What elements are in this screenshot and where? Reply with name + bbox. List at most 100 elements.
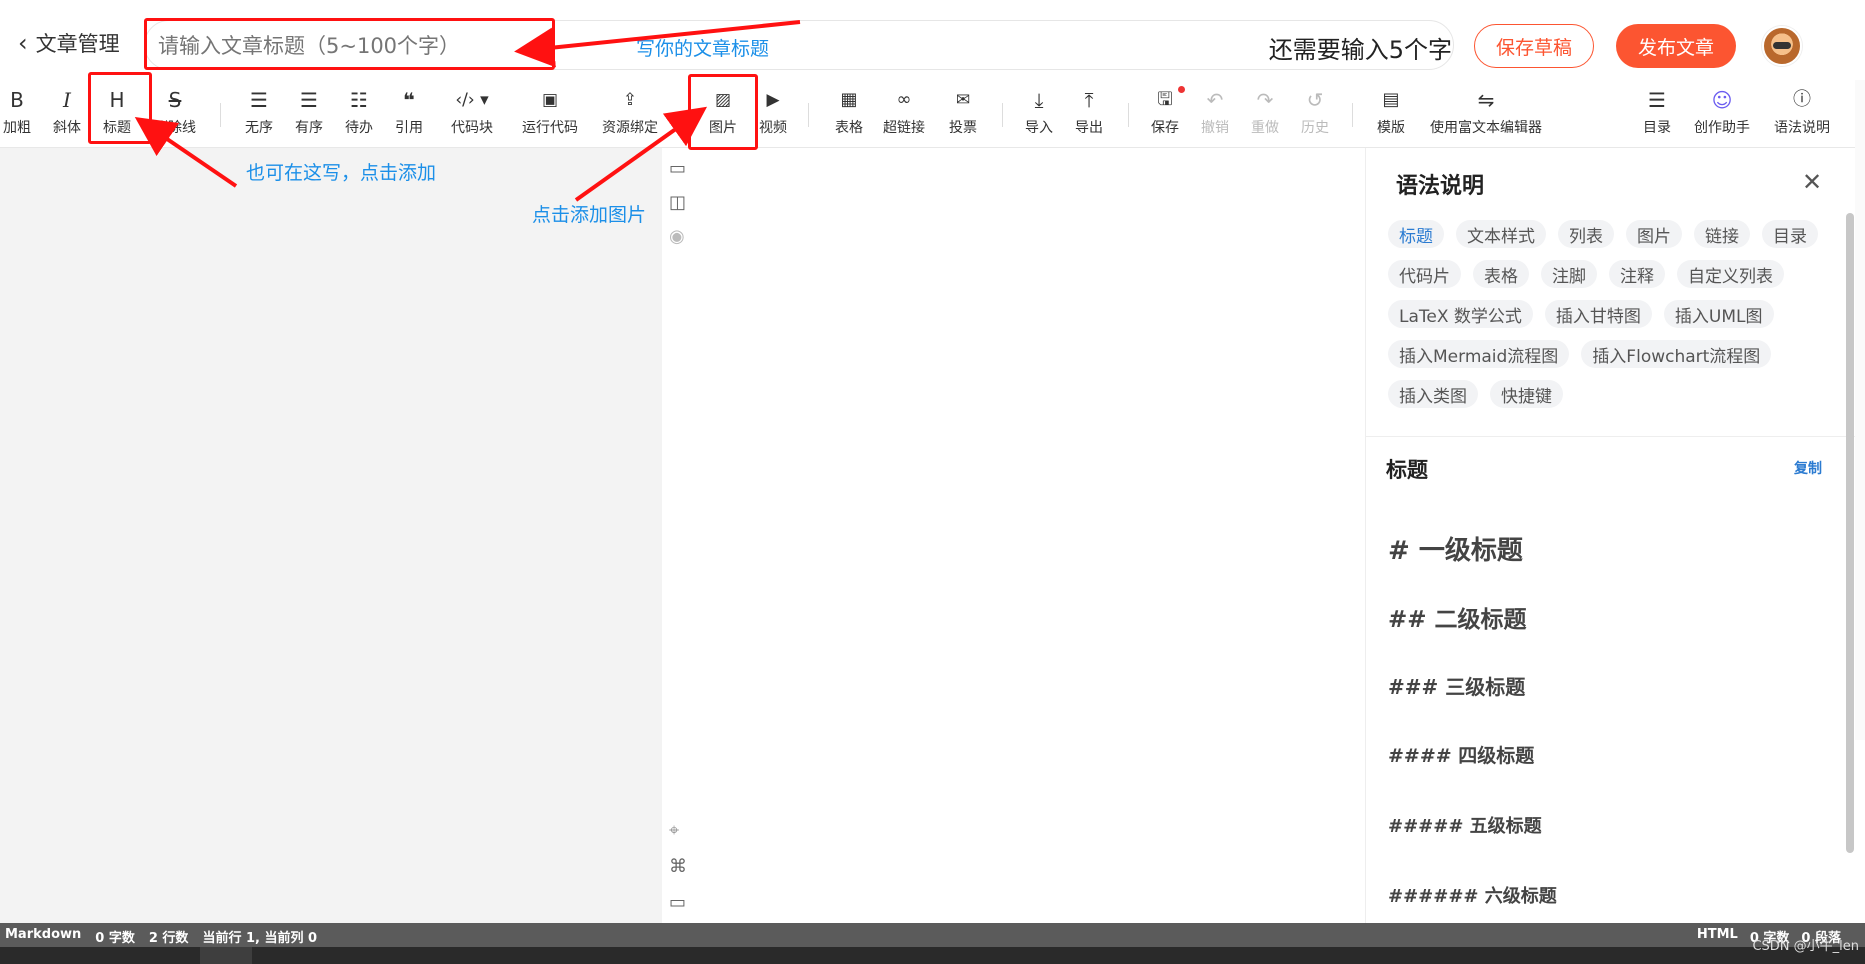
- taskbar-button[interactable]: [200, 947, 252, 964]
- toolbar-divider: [1352, 103, 1353, 127]
- syntax-tag-list: 标题 文本样式 列表 图片 链接 目录 代码片 表格 注脚 注释 自定义列表 L…: [1388, 220, 1828, 408]
- table-button[interactable]: ▦ 表格: [832, 78, 866, 148]
- vote-icon: ✉: [955, 90, 971, 110]
- code-block-button[interactable]: ‹/› ▾ 代码块: [446, 78, 498, 148]
- redo-button[interactable]: ↷ 重做: [1248, 78, 1282, 148]
- unordered-list-label: 无序: [245, 120, 273, 136]
- syntax-tag[interactable]: 代码片: [1388, 260, 1461, 288]
- question-icon: ⓘ: [1793, 89, 1811, 110]
- heading-hint-annotation: 也可在这写，点击添加: [246, 162, 437, 184]
- table-label: 表格: [835, 120, 863, 136]
- syntax-tag[interactable]: 插入Flowchart流程图: [1581, 340, 1772, 368]
- syntax-tag[interactable]: 文本样式: [1456, 220, 1546, 248]
- split-view-icon[interactable]: ◫: [669, 192, 686, 213]
- syntax-tag[interactable]: 链接: [1694, 220, 1750, 248]
- back-to-article-management[interactable]: ‹ 文章管理: [18, 28, 120, 58]
- line-count: 2 行数: [148, 931, 189, 946]
- toolbar-divider: [808, 103, 809, 127]
- export-label: 导出: [1075, 120, 1103, 136]
- syntax-tag[interactable]: 插入UML图: [1663, 300, 1774, 328]
- run-code-label: 运行代码: [522, 120, 578, 136]
- vote-button[interactable]: ✉ 投票: [946, 78, 980, 148]
- unordered-list-button[interactable]: ☰ 无序: [242, 78, 276, 148]
- bold-button[interactable]: B 加粗: [0, 78, 34, 148]
- heading-example-h3: ### 三级标题: [1388, 675, 1526, 699]
- video-button[interactable]: ▶ 视频: [756, 78, 790, 148]
- folder-upload-icon: ⇪: [622, 90, 638, 110]
- divider: [1366, 436, 1865, 437]
- save-draft-button[interactable]: 保存草稿: [1474, 24, 1594, 68]
- syntax-tag[interactable]: 快捷键: [1490, 380, 1563, 408]
- syntax-tag[interactable]: LaTeX 数学公式: [1388, 300, 1533, 328]
- syntax-help-button[interactable]: ⓘ 语法说明: [1770, 78, 1834, 148]
- save-icon: 🖫: [1157, 89, 1173, 110]
- unordered-list-icon: ☰: [250, 88, 268, 112]
- syntax-tag[interactable]: 自定义列表: [1677, 260, 1784, 288]
- quote-button[interactable]: ❝ 引用: [392, 78, 426, 148]
- close-icon[interactable]: ✕: [1802, 168, 1822, 196]
- toolbar-divider: [1002, 103, 1003, 127]
- quote-icon: ❝: [403, 88, 415, 112]
- undo-button[interactable]: ↶ 撤销: [1198, 78, 1232, 148]
- template-label: 模版: [1377, 120, 1405, 136]
- syntax-tag[interactable]: 表格: [1473, 260, 1529, 288]
- switch-icon: ⇋: [1477, 88, 1495, 112]
- copy-button[interactable]: 复制: [1794, 458, 1822, 478]
- import-label: 导入: [1025, 120, 1053, 136]
- preview-mode: HTML: [1696, 927, 1738, 942]
- os-taskbar: [0, 947, 1865, 964]
- strikethrough-label: 删除线: [154, 120, 196, 136]
- toc-label: 目录: [1643, 120, 1671, 136]
- toc-button[interactable]: ☰ 目录: [1640, 78, 1674, 148]
- import-button[interactable]: ⤓ 导入: [1022, 78, 1056, 148]
- video-label: 视频: [759, 120, 787, 136]
- export-button[interactable]: ⤒ 导出: [1072, 78, 1106, 148]
- edit-only-icon[interactable]: ▭: [669, 158, 686, 179]
- syntax-tag[interactable]: 目录: [1762, 220, 1818, 248]
- ordered-list-label: 有序: [295, 120, 323, 136]
- strikethrough-button[interactable]: S 删除线: [150, 78, 200, 148]
- quote-label: 引用: [395, 120, 423, 136]
- rich-text-editor-button[interactable]: ⇋ 使用富文本编辑器: [1424, 78, 1548, 148]
- panel-scrollbar[interactable]: [1846, 213, 1854, 853]
- syntax-tag[interactable]: 列表: [1558, 220, 1614, 248]
- locate-icon[interactable]: ⌖: [669, 820, 679, 841]
- run-code-button[interactable]: ▣ 运行代码: [518, 78, 582, 148]
- syntax-tag[interactable]: 标题: [1388, 220, 1444, 248]
- history-icon: ↺: [1306, 88, 1324, 112]
- cursor-position: 当前行 1, 当前列 0: [202, 931, 318, 946]
- page-scroll-track[interactable]: [1855, 80, 1865, 740]
- syntax-tag[interactable]: 注释: [1609, 260, 1665, 288]
- heading-example-h5: ##### 五级标题: [1388, 816, 1542, 837]
- eye-icon[interactable]: ◉: [669, 226, 685, 247]
- table-icon: ▦: [840, 89, 858, 110]
- fullscreen-icon[interactable]: ⌘: [669, 856, 687, 877]
- hyperlink-button[interactable]: ∞ 超链接: [880, 78, 928, 148]
- italic-button[interactable]: I 斜体: [50, 78, 84, 148]
- syntax-tag[interactable]: 图片: [1626, 220, 1682, 248]
- italic-label: 斜体: [53, 120, 81, 136]
- ordered-list-button[interactable]: ☰ 有序: [292, 78, 326, 148]
- code-icon: ‹/› ▾: [455, 90, 489, 110]
- syntax-tag[interactable]: 注脚: [1541, 260, 1597, 288]
- preview-pane: [662, 148, 1365, 923]
- avatar[interactable]: [1762, 26, 1802, 66]
- resource-binding-button[interactable]: ⇪ 资源绑定: [598, 78, 662, 148]
- run-code-icon: ▣: [541, 90, 559, 110]
- template-button[interactable]: ▤ 模版: [1374, 78, 1408, 148]
- markdown-editor[interactable]: [0, 148, 662, 923]
- syntax-tag[interactable]: 插入Mermaid流程图: [1388, 340, 1570, 368]
- heading-example-h2: ## 二级标题: [1388, 607, 1527, 633]
- save-button[interactable]: 🖫 保存: [1148, 78, 1182, 148]
- syntax-help-label: 语法说明: [1774, 120, 1830, 136]
- history-button[interactable]: ↺ 历史: [1298, 78, 1332, 148]
- heading-highlight-box: [88, 72, 152, 144]
- todo-list-button[interactable]: ☷ 待办: [342, 78, 376, 148]
- laptop-icon[interactable]: ▭: [669, 892, 686, 913]
- syntax-tag[interactable]: 插入类图: [1388, 380, 1478, 408]
- todo-label: 待办: [345, 120, 373, 136]
- redo-label: 重做: [1251, 120, 1279, 136]
- creation-assistant-button[interactable]: ☺ 创作助手: [1690, 78, 1754, 148]
- syntax-tag[interactable]: 插入甘特图: [1544, 300, 1652, 328]
- publish-article-button[interactable]: 发布文章: [1616, 24, 1736, 68]
